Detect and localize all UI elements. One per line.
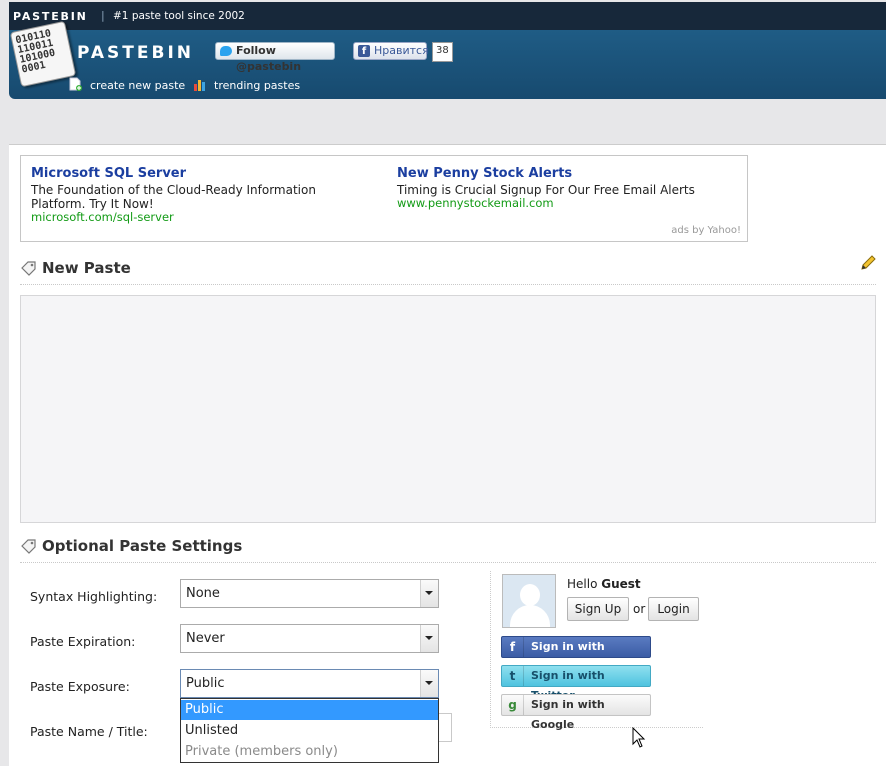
syntax-highlighting-label: Syntax Highlighting: bbox=[30, 589, 158, 604]
chevron-down-icon[interactable] bbox=[420, 670, 438, 697]
paste-expiration-select[interactable]: Never bbox=[180, 624, 439, 653]
nav-trending-pastes[interactable]: trending pastes bbox=[214, 79, 300, 92]
guest-avatar bbox=[502, 574, 556, 628]
paste-expiration-label: Paste Expiration: bbox=[30, 634, 136, 649]
facebook-like-button[interactable]: f Нравится bbox=[353, 42, 429, 60]
facebook-like-label: Нравится bbox=[374, 44, 429, 57]
guest-username: Guest bbox=[601, 577, 641, 591]
section-divider bbox=[20, 284, 876, 285]
chevron-down-icon[interactable] bbox=[420, 580, 438, 607]
ad-left-title[interactable]: Microsoft SQL Server bbox=[31, 166, 186, 181]
ad-attribution[interactable]: ads by Yahoo! bbox=[671, 225, 741, 236]
tag-icon bbox=[21, 261, 36, 276]
paste-expiration-value: Never bbox=[186, 631, 225, 646]
new-paste-heading: New Paste bbox=[42, 259, 131, 277]
sign-in-facebook-button[interactable]: f Sign in with Facebook bbox=[501, 636, 651, 673]
trending-chart-icon bbox=[194, 80, 205, 91]
google-icon: g bbox=[502, 695, 524, 715]
hello-guest-text: Hello Guest bbox=[567, 577, 641, 591]
logo-text[interactable]: PASTEBIN bbox=[77, 43, 194, 63]
login-button[interactable]: Login bbox=[648, 597, 699, 621]
syntax-highlighting-value: None bbox=[186, 586, 220, 601]
top-bar: PASTEBIN | #1 paste tool since 2002 bbox=[9, 2, 886, 30]
ad-box: Microsoft SQL Server The Foundation of t… bbox=[20, 155, 748, 242]
ad-right-description[interactable]: Timing is Crucial Signup For Our Free Em… bbox=[397, 183, 737, 197]
tag-icon bbox=[21, 539, 36, 554]
site-header: 010110 110011 101000 0001 PASTEBIN Follo… bbox=[9, 20, 886, 99]
sign-up-button[interactable]: Sign Up bbox=[567, 597, 629, 621]
brand-name[interactable]: PASTEBIN bbox=[13, 10, 88, 23]
ad-left-url[interactable]: microsoft.com/sql-server bbox=[31, 210, 174, 224]
new-paste-icon bbox=[69, 77, 82, 91]
facebook-like-count: 38 bbox=[432, 42, 453, 62]
section-divider bbox=[20, 562, 876, 563]
exposure-option-public[interactable]: Public bbox=[181, 700, 438, 720]
nav-create-new-paste[interactable]: create new paste bbox=[90, 79, 185, 92]
twitter-icon: t bbox=[502, 666, 524, 686]
paste-exposure-select[interactable]: Public bbox=[180, 669, 439, 698]
or-text: or bbox=[633, 602, 646, 616]
twitter-follow-label: Follow @pastebin bbox=[236, 44, 302, 73]
ad-right-title[interactable]: New Penny Stock Alerts bbox=[397, 166, 572, 181]
hello-label: Hello bbox=[567, 577, 598, 591]
exposure-option-unlisted[interactable]: Unlisted bbox=[181, 721, 438, 741]
syntax-highlighting-select[interactable]: None bbox=[180, 579, 439, 608]
exposure-option-private: Private (members only) bbox=[185, 744, 338, 759]
brand-separator: | bbox=[101, 9, 105, 22]
ad-right-url[interactable]: www.pennystockemail.com bbox=[397, 196, 554, 210]
facebook-icon: f bbox=[358, 45, 370, 57]
twitter-follow-button[interactable]: Follow @pastebin bbox=[215, 42, 335, 73]
avatar-head-shape bbox=[520, 584, 540, 606]
sign-in-google-button[interactable]: g Sign in with Google bbox=[501, 694, 651, 731]
twitter-bird-icon bbox=[220, 46, 232, 56]
pastebin-logo-icon[interactable]: 010110 110011 101000 0001 bbox=[9, 20, 77, 88]
mouse-cursor-icon bbox=[632, 727, 646, 748]
brand-tagline: #1 paste tool since 2002 bbox=[113, 10, 245, 22]
paste-name-label: Paste Name / Title: bbox=[30, 724, 148, 739]
edit-pencil-icon[interactable] bbox=[859, 254, 877, 272]
avatar-body-shape bbox=[510, 605, 550, 627]
chevron-down-icon[interactable] bbox=[420, 625, 438, 652]
facebook-icon: f bbox=[502, 637, 524, 657]
paste-exposure-value: Public bbox=[186, 676, 225, 691]
paste-exposure-label: Paste Exposure: bbox=[30, 679, 130, 694]
paste-content-textarea[interactable] bbox=[20, 295, 876, 523]
sign-in-twitter-button[interactable]: t Sign in with Twitter bbox=[501, 665, 651, 702]
optional-settings-heading: Optional Paste Settings bbox=[42, 537, 243, 555]
exposure-dropdown-list: Public Unlisted Private (members only) bbox=[180, 698, 439, 763]
ad-left-description[interactable]: The Foundation of the Cloud-Ready Inform… bbox=[31, 183, 371, 211]
